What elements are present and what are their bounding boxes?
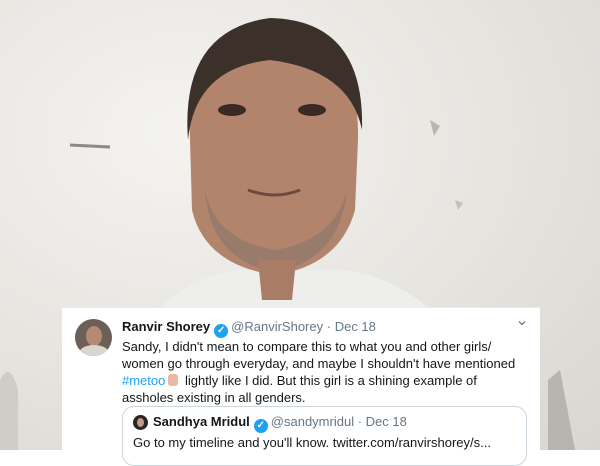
verified-badge-icon: ✓: [214, 324, 229, 338]
tweet-date[interactable]: Dec 18: [335, 319, 376, 334]
avatar[interactable]: [75, 319, 112, 356]
quoted-date: Dec 18: [365, 414, 407, 429]
quoted-author-name: Sandhya Mridul: [153, 414, 250, 429]
quoted-text: Go to my timeline and you'll know. twitt…: [133, 435, 491, 450]
hashtag-link[interactable]: #metoo: [122, 373, 165, 388]
quoted-author-handle: @sandymridul: [270, 414, 355, 429]
tweet-header: Ranvir Shorey ✓ @RanvirShorey · Dec 18: [122, 319, 376, 338]
quoted-header: Sandhya Mridul ✓ @sandymridul · Dec 18: [153, 414, 407, 433]
quoted-avatar: [133, 415, 148, 430]
separator: ·: [326, 319, 332, 334]
author-handle[interactable]: @RanvirShorey: [231, 319, 323, 334]
quoted-tweet[interactable]: Sandhya Mridul ✓ @sandymridul · Dec 18 Go …: [122, 406, 527, 466]
verified-badge-icon: ✓: [253, 419, 268, 433]
chevron-down-icon[interactable]: [518, 319, 526, 327]
separator: ·: [357, 414, 363, 429]
tweet-card[interactable]: Ranvir Shorey ✓ @RanvirShorey · Dec 18 San…: [62, 307, 540, 466]
emoji-icon: [168, 374, 179, 386]
author-name[interactable]: Ranvir Shorey: [122, 319, 210, 334]
tweet-text: Sandy, I didn't mean to compare this to …: [122, 339, 516, 405]
